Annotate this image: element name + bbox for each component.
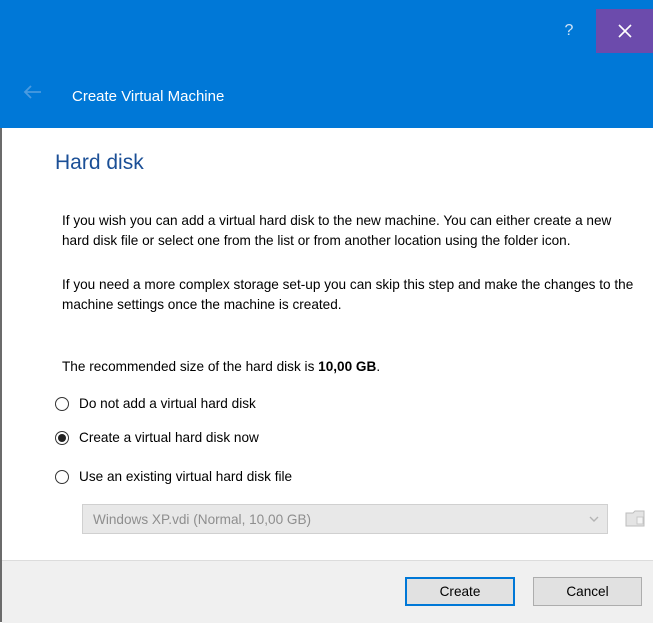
recommended-size-prefix: The recommended size of the hard disk is: [62, 359, 319, 374]
option-existing-disk[interactable]: Use an existing virtual hard disk file: [55, 469, 292, 484]
recommended-size-text: The recommended size of the hard disk is…: [62, 357, 642, 377]
radio-no-disk[interactable]: [55, 396, 69, 411]
cancel-button-label: Cancel: [566, 584, 609, 599]
cancel-button[interactable]: Cancel: [533, 577, 642, 606]
option-create-disk-label: Create a virtual hard disk now: [79, 430, 259, 445]
close-icon: [617, 24, 632, 38]
disk-file-select-value: Windows XP.vdi (Normal, 10,00 GB): [93, 511, 312, 527]
option-existing-disk-label: Use an existing virtual hard disk file: [79, 469, 293, 484]
option-no-disk-label: Do not add a virtual hard disk: [79, 396, 256, 411]
folder-icon: [625, 510, 645, 527]
option-no-disk[interactable]: Do not add a virtual hard disk: [55, 396, 256, 411]
back-arrow-icon[interactable]: [22, 84, 42, 100]
description-paragraph-1: If you wish you can add a virtual hard d…: [62, 213, 612, 248]
dialog-title: Create Virtual Machine: [72, 88, 225, 105]
option-create-disk[interactable]: Create a virtual hard disk now: [55, 430, 259, 445]
close-button[interactable]: [596, 9, 653, 53]
help-label: ?: [564, 22, 574, 39]
description-paragraph-2: If you need a more complex storage set-u…: [62, 277, 634, 312]
radio-create-disk[interactable]: [55, 430, 69, 445]
chevron-down-icon: [589, 516, 599, 522]
radio-existing-disk[interactable]: [55, 469, 69, 484]
create-button-label: Create: [439, 584, 481, 599]
disk-file-select: Windows XP.vdi (Normal, 10,00 GB): [82, 504, 608, 534]
help-button[interactable]: ?: [546, 9, 592, 53]
radio-selected-dot: [58, 433, 66, 442]
left-border: [0, 128, 2, 622]
recommended-size-suffix: .: [376, 359, 381, 374]
page-title: Hard disk: [55, 151, 144, 174]
recommended-size-value: 10,00 GB: [318, 359, 377, 374]
dialog-header: ? Create Virtual Machine: [0, 0, 653, 128]
create-button[interactable]: Create: [405, 577, 515, 606]
